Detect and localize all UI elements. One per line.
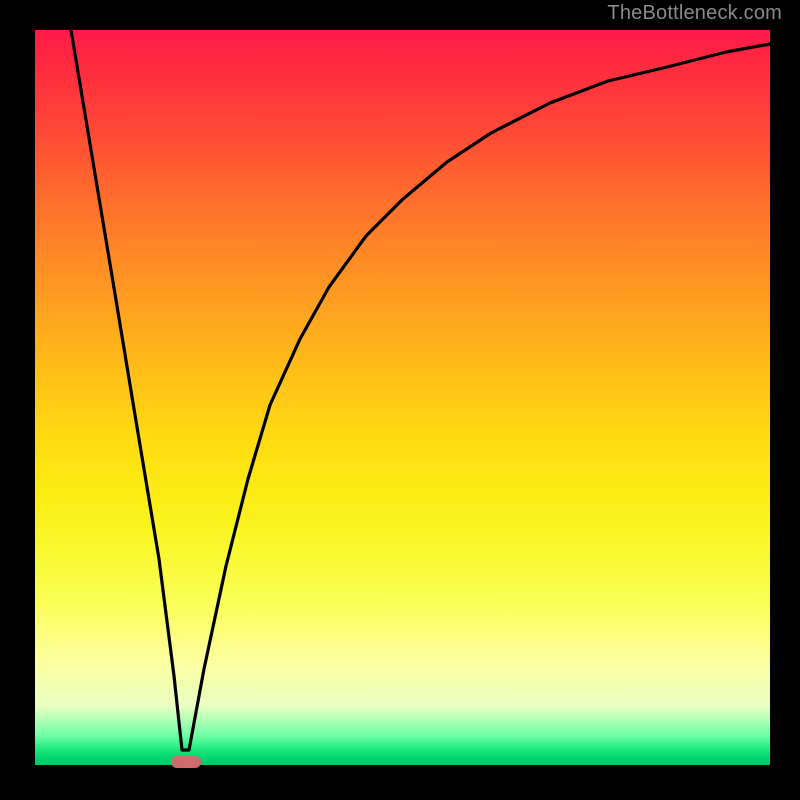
curve-svg xyxy=(35,30,770,765)
plot-area xyxy=(35,30,770,765)
bottleneck-curve-path xyxy=(71,30,770,750)
watermark-text: TheBottleneck.com xyxy=(607,2,782,25)
optimal-marker xyxy=(171,756,201,768)
chart-frame: TheBottleneck.com xyxy=(0,0,800,800)
